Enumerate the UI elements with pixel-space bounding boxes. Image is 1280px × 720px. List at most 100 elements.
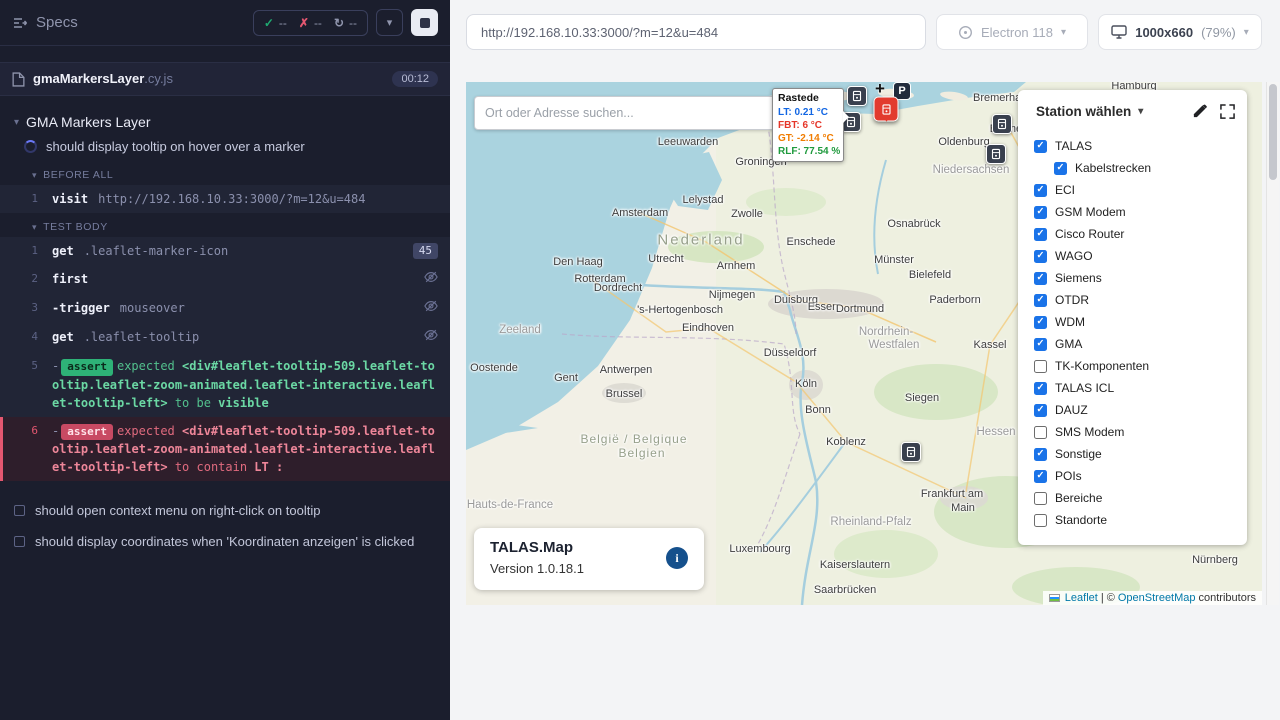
station-row-dauz[interactable]: ✓DAUZ xyxy=(1034,399,1247,421)
station-row-bereiche[interactable]: Bereiche xyxy=(1034,487,1247,509)
station-icon xyxy=(904,445,918,459)
hidden-eye-icon xyxy=(424,328,438,342)
station-label: WDM xyxy=(1055,315,1085,329)
station-row-wdm[interactable]: ✓ WDM xyxy=(1034,311,1247,333)
url-input[interactable] xyxy=(466,14,926,50)
info-icon[interactable]: i xyxy=(666,547,688,569)
map-marker-station[interactable] xyxy=(986,144,1006,164)
station-row-wago[interactable]: ✓WAGO xyxy=(1034,245,1247,267)
command-row[interactable]: 1get.leaflet-marker-icon45 xyxy=(0,237,450,265)
station-dropdown[interactable]: Station wählen ▾ xyxy=(1036,104,1143,119)
station-row-pois[interactable]: ✓POIs xyxy=(1034,465,1247,487)
station-row-standorte[interactable]: Standorte xyxy=(1034,509,1247,531)
browser-icon xyxy=(958,25,973,40)
runner-header: Specs ✓-- ✗-- ↻-- ▾ xyxy=(0,0,450,46)
command-row[interactable]: 3-triggermouseover xyxy=(0,294,450,323)
checkbox[interactable]: ✓ xyxy=(1034,294,1047,307)
browser-label: Electron 118 xyxy=(981,25,1053,40)
active-test-row[interactable]: should display tooltip on hover over a m… xyxy=(0,134,450,161)
checkbox[interactable] xyxy=(1034,360,1047,373)
station-row-gsm-modem[interactable]: ✓GSM Modem xyxy=(1034,201,1247,223)
command-method: visit xyxy=(52,190,88,208)
checkbox[interactable]: ✓ xyxy=(1034,338,1047,351)
section-test-body[interactable]: ▾ TEST BODY xyxy=(0,213,450,237)
suite-title[interactable]: ▾ GMA Markers Layer xyxy=(0,110,450,134)
pending-test-row[interactable]: should display coordinates when 'Koordin… xyxy=(0,526,450,557)
checkbox[interactable]: ✓ xyxy=(1034,448,1047,461)
stop-button[interactable] xyxy=(411,9,438,36)
fullscreen-button[interactable] xyxy=(1220,104,1235,119)
station-row-siemens[interactable]: ✓Siemens xyxy=(1034,267,1247,289)
viewport-select[interactable]: 1000x660 (79%) ▾ xyxy=(1098,14,1262,50)
station-row-talas-icl[interactable]: ✓TALAS ICL xyxy=(1034,377,1247,399)
hidden-eye-icon xyxy=(424,328,438,347)
command-row[interactable]: 2first xyxy=(0,265,450,294)
command-row[interactable]: 6-assertexpected <div#leaflet-tooltip-50… xyxy=(0,417,450,482)
edit-button[interactable] xyxy=(1192,104,1207,119)
station-row-tk-komponenten[interactable]: TK-Komponenten xyxy=(1034,355,1247,377)
checkbox[interactable] xyxy=(1034,492,1047,505)
browser-select[interactable]: Electron 118 ▾ xyxy=(936,14,1088,50)
app-version: Version 1.0.18.1 xyxy=(490,561,688,576)
map-marker-station[interactable] xyxy=(901,442,921,462)
station-label: Standorte xyxy=(1055,513,1107,527)
stop-icon xyxy=(420,18,430,28)
map-search-input[interactable] xyxy=(474,96,776,130)
checkbox[interactable]: ✓ xyxy=(1034,250,1047,263)
command-row[interactable]: 1visithttp://192.168.10.33:3000/?m=12&u=… xyxy=(0,185,450,213)
spec-header-row[interactable]: gmaMarkersLayer.cy.js 00:12 xyxy=(0,62,450,96)
command-row[interactable]: 4get.leaflet-tooltip xyxy=(0,323,450,352)
station-label: Kabelstrecken xyxy=(1075,161,1151,175)
collapse-all-button[interactable]: ▾ xyxy=(376,9,403,36)
station-label: GMA xyxy=(1055,337,1082,351)
pending-tests: should open context menu on right-click … xyxy=(0,495,450,557)
checkbox[interactable]: ✓ xyxy=(1054,162,1067,175)
checkbox[interactable]: ✓ xyxy=(1034,228,1047,241)
stat-pending: ↻-- xyxy=(334,16,357,30)
station-row-eci[interactable]: ✓ECI xyxy=(1034,179,1247,201)
leaflet-map[interactable]: LeeuwardenGroningenOldenburgBremerhavenB… xyxy=(466,82,1262,605)
pending-test-row[interactable]: should open context menu on right-click … xyxy=(0,495,450,526)
station-label: TK-Komponenten xyxy=(1055,359,1149,373)
command-number: 1 xyxy=(0,242,52,260)
checkbox[interactable] xyxy=(1034,514,1047,527)
test-stats: ✓-- ✗-- ↻-- xyxy=(253,10,368,36)
command-row[interactable]: 5-assertexpected <div#leaflet-tooltip-50… xyxy=(0,352,450,417)
map-marker-alert[interactable] xyxy=(874,97,899,122)
checkbox[interactable]: ✓ xyxy=(1034,470,1047,483)
map-marker-station[interactable] xyxy=(847,86,867,106)
checkbox[interactable] xyxy=(1034,426,1047,439)
station-row-gma[interactable]: ✓ GMA xyxy=(1034,333,1247,355)
checkbox[interactable]: ✓ xyxy=(1034,140,1047,153)
station-row-otdr[interactable]: ✓OTDR xyxy=(1034,289,1247,311)
sidebar-toggle-icon xyxy=(12,15,28,31)
checkbox[interactable]: ✓ xyxy=(1034,316,1047,329)
pending-test-title: should display coordinates when 'Koordin… xyxy=(35,534,414,549)
cypress-runner-panel: Specs ✓-- ✗-- ↻-- ▾ gmaMarkersLayer.cy.j… xyxy=(0,0,450,720)
checkbox[interactable]: ✓ xyxy=(1034,404,1047,417)
checkbox[interactable]: ✓ xyxy=(1034,272,1047,285)
section-before-all[interactable]: ▾ BEFORE ALL xyxy=(0,161,450,185)
hidden-eye-icon xyxy=(424,299,438,313)
assert-badge: assert xyxy=(61,424,113,441)
assert-message: -assertexpected <div#leaflet-tooltip-509… xyxy=(52,422,438,477)
station-row-sms-modem[interactable]: SMS Modem xyxy=(1034,421,1247,443)
scrollbar-thumb[interactable] xyxy=(1269,84,1277,180)
map-marker-station[interactable] xyxy=(992,114,1012,134)
specs-toggle[interactable]: Specs xyxy=(12,14,78,31)
osm-link[interactable]: OpenStreetMap xyxy=(1118,592,1196,604)
chevron-down-icon: ▾ xyxy=(1244,27,1249,38)
station-row-sonstige[interactable]: ✓Sonstige xyxy=(1034,443,1247,465)
leaflet-link[interactable]: Leaflet xyxy=(1065,592,1098,604)
command-args: http://192.168.10.33:3000/?m=12&u=484 xyxy=(98,190,438,208)
checkbox[interactable]: ✓ xyxy=(1034,184,1047,197)
aut-header: Electron 118 ▾ 1000x660 (79%) ▾ xyxy=(450,14,1280,50)
station-row-cisco-router[interactable]: ✓Cisco Router xyxy=(1034,223,1247,245)
checkbox[interactable]: ✓ xyxy=(1034,382,1047,395)
station-row-kabelstrecken[interactable]: ✓ Kabelstrecken xyxy=(1034,157,1247,179)
checkbox[interactable]: ✓ xyxy=(1034,206,1047,219)
tooltip-title: Rastede xyxy=(778,92,838,106)
assert-message: -assertexpected <div#leaflet-tooltip-509… xyxy=(52,357,438,412)
command-method: first xyxy=(52,270,88,288)
station-row-talas[interactable]: ✓TALAS xyxy=(1034,135,1247,157)
